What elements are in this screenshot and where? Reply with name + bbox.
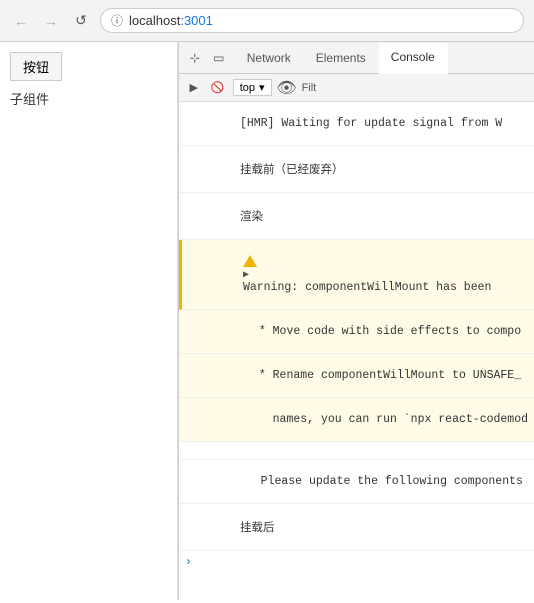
warning-detail-text: * Move code with side effects to compo (252, 325, 521, 338)
console-line-text: Please update the following components (240, 475, 523, 488)
context-label: top (240, 82, 255, 94)
lock-icon: ⓘ (111, 12, 123, 29)
main-area: 按钮 子组件 ⊹ ▭ Network Elements Console ▶ 🚫 … (0, 42, 534, 600)
console-line-text: 渲染 (240, 211, 263, 223)
devtools-tabs: ⊹ ▭ Network Elements Console (179, 42, 534, 74)
page-area: 按钮 子组件 (0, 42, 178, 600)
console-warning-detail: * Rename componentWillMount to UNSAFE_ (179, 354, 534, 398)
console-prompt[interactable]: › (179, 551, 534, 573)
warning-detail-text: names, you can run `npx react-codemod (252, 413, 528, 426)
chevron-down-icon: ▾ (259, 81, 265, 94)
tab-elements[interactable]: Elements (304, 42, 379, 73)
back-button[interactable]: ← (10, 10, 32, 32)
console-line-text: [HMR] Waiting for update signal from W (240, 117, 502, 130)
clear-icon[interactable]: 🚫 (209, 79, 227, 97)
back-icon: ← (14, 13, 28, 29)
child-component-label: 子组件 (10, 89, 167, 108)
devtools-tab-icons: ⊹ ▭ (179, 48, 235, 68)
console-warning-detail: names, you can run `npx react-codemod (179, 398, 534, 442)
browser-toolbar: ← → ↺ ⓘ localhost:3001 (0, 0, 534, 41)
console-line: [HMR] Waiting for update signal from W (179, 102, 534, 146)
console-toolbar: ▶ 🚫 top ▾ 👁 Filt (179, 74, 534, 102)
forward-icon: → (44, 13, 58, 29)
console-output: [HMR] Waiting for update signal from W 挂… (179, 102, 534, 600)
console-line-text: 挂载后 (240, 522, 275, 534)
console-line: 渲染 (179, 193, 534, 240)
eye-icon[interactable]: 👁 (278, 79, 296, 97)
address-bar[interactable]: ⓘ localhost:3001 (100, 8, 524, 33)
console-warning-detail: * Move code with side effects to compo (179, 310, 534, 354)
forward-button[interactable]: → (40, 10, 62, 32)
browser-chrome: ← → ↺ ⓘ localhost:3001 (0, 0, 534, 42)
address-text: localhost:3001 (129, 13, 213, 28)
cursor-icon[interactable]: ⊹ (185, 48, 205, 68)
execute-icon[interactable]: ▶ (185, 79, 203, 97)
device-icon[interactable]: ▭ (209, 48, 229, 68)
console-line: 挂载前（已经废弃） (179, 146, 534, 193)
console-line: Please update the following components (179, 460, 534, 504)
expand-arrow-icon[interactable]: ▶ (243, 269, 249, 281)
reload-icon: ↺ (75, 12, 87, 29)
console-line (179, 442, 534, 460)
warning-triangle-icon (243, 255, 257, 267)
warning-text: Warning: componentWillMount has been (243, 281, 491, 294)
devtools-panel: ⊹ ▭ Network Elements Console ▶ 🚫 top ▾ 👁… (178, 42, 534, 600)
tab-console[interactable]: Console (379, 43, 448, 74)
tab-network[interactable]: Network (235, 42, 304, 73)
console-warning-line: ▶ Warning: componentWillMount has been (179, 240, 534, 310)
console-line-text: 挂载前（已经废弃） (240, 164, 344, 176)
prompt-arrow-icon: › (185, 555, 192, 569)
reload-button[interactable]: ↺ (70, 10, 92, 32)
context-select[interactable]: top ▾ (233, 79, 272, 96)
button-component[interactable]: 按钮 (10, 52, 62, 81)
console-line: 挂载后 (179, 504, 534, 551)
filter-label: Filt (302, 82, 317, 94)
warning-detail-text: * Rename componentWillMount to UNSAFE_ (252, 369, 521, 382)
